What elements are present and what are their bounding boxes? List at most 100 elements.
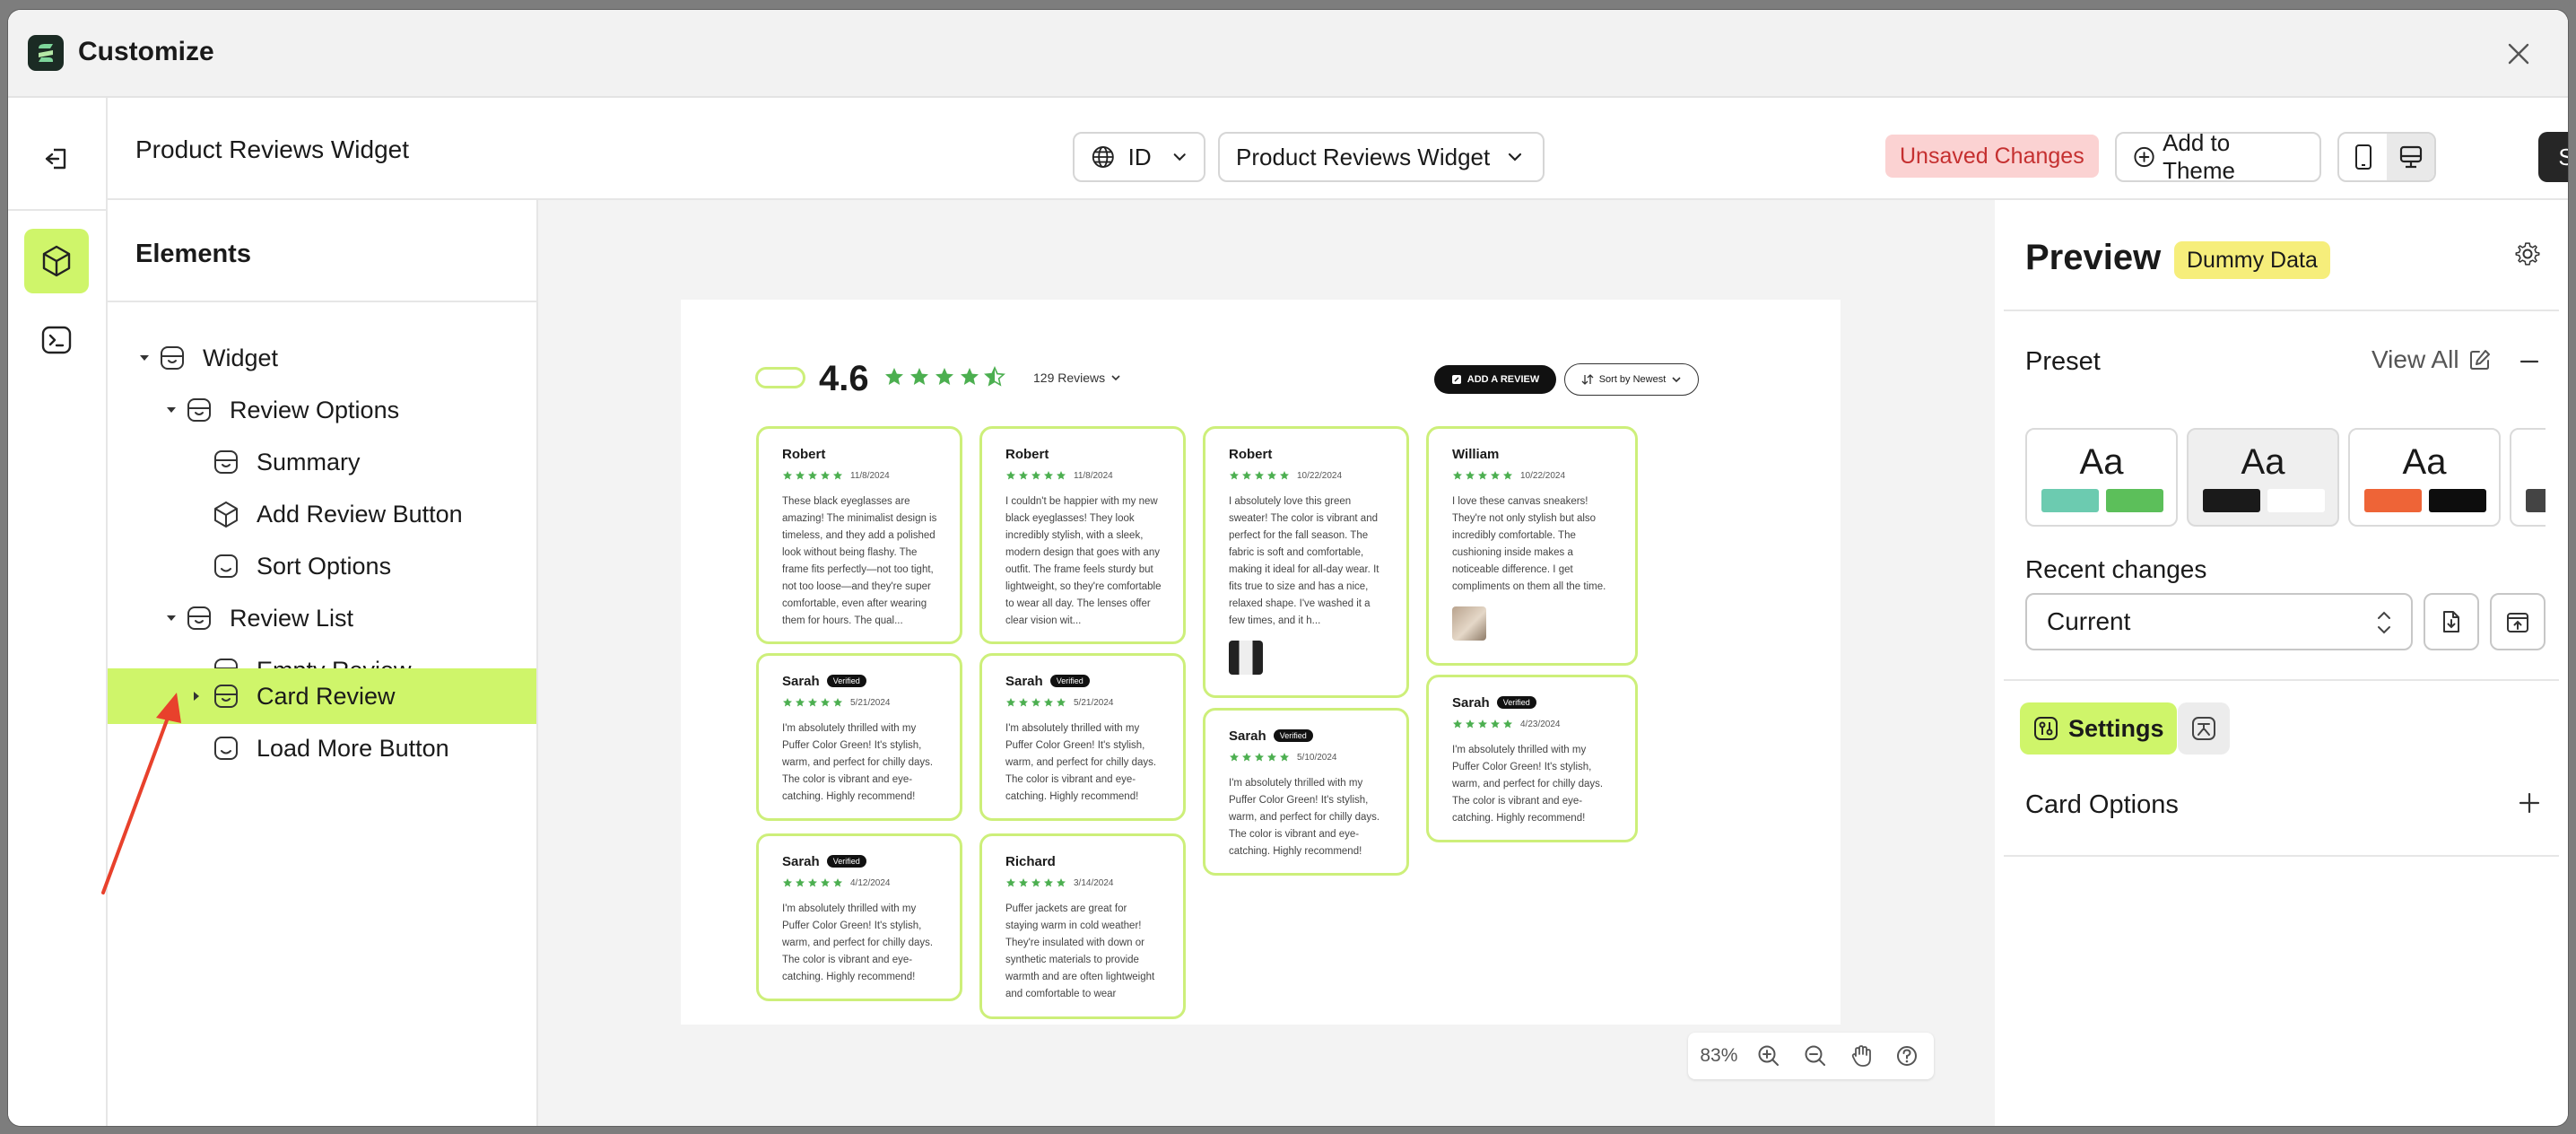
review-card[interactable]: William 10/22/2024 I love these canvas s…	[1426, 426, 1638, 666]
collapse-button[interactable]	[2513, 345, 2546, 378]
star-icon	[1019, 878, 1028, 887]
review-photo-thumbnail[interactable]	[1229, 641, 1263, 675]
star-icon	[1230, 471, 1239, 480]
view-all-label: View All	[2371, 345, 2459, 373]
review-card[interactable]: Robert 11/8/2024 These black eyeglasses …	[756, 426, 962, 644]
caret-down-icon[interactable]	[163, 402, 179, 418]
star-icon	[821, 471, 830, 480]
caret-down-icon[interactable]	[163, 610, 179, 626]
zoom-level: 83%	[1700, 1045, 1738, 1066]
tree-item-sort-options[interactable]: Sort Options	[108, 538, 536, 594]
chevron-down-icon	[1672, 377, 1681, 383]
tree-item-card-review[interactable]: Card Review	[108, 668, 536, 724]
mobile-view-button[interactable]	[2339, 134, 2387, 180]
tree-item-review-list[interactable]: Review List	[108, 590, 536, 646]
tree-item-review-options[interactable]: Review Options	[108, 382, 536, 438]
rail-elements-button[interactable]	[24, 229, 89, 293]
recent-changes-select[interactable]: Current	[2025, 593, 2413, 650]
widget-artboard: 4.6 129 Reviews ADD A REVIEW Sort by New…	[681, 300, 1841, 1025]
add-to-theme-button[interactable]: Add to Theme	[2115, 129, 2321, 184]
star-icon	[961, 368, 979, 385]
zoom-in-icon	[1758, 1045, 1780, 1066]
tab-settings[interactable]: Settings	[2020, 702, 2177, 755]
review-card[interactable]: Robert 10/22/2024 I absolutely love this…	[1203, 426, 1409, 698]
settings-gear-button[interactable]	[2510, 236, 2546, 272]
review-text: I couldn't be happier with my new black …	[1005, 496, 1162, 626]
expand-card-options-button[interactable]	[2511, 785, 2547, 821]
star-icon	[910, 368, 928, 385]
review-card[interactable]: Robert 11/8/2024 I couldn't be happier w…	[979, 426, 1186, 644]
page-title: Product Reviews Widget	[135, 135, 410, 163]
review-text: These black eyeglasses are amazing! The …	[782, 496, 937, 626]
tree-item-load-more-button[interactable]: Load More Button	[108, 720, 536, 776]
help-button[interactable]	[1886, 1036, 1928, 1076]
zoom-controls: 83%	[1688, 1033, 1934, 1079]
widget-select-value: Product Reviews Widget	[1236, 143, 1491, 170]
widget-select[interactable]: Product Reviews Widget	[1218, 132, 1545, 182]
save-button[interactable]: Save	[2538, 132, 2568, 182]
review-date: 4/23/2024	[1520, 719, 1561, 729]
exit-icon	[45, 148, 66, 170]
caret-down-icon[interactable]	[136, 350, 152, 366]
star-icon	[1006, 878, 1015, 887]
export-button[interactable]	[2490, 593, 2546, 650]
star-icon	[833, 878, 842, 887]
reviewer-name: Sarah	[782, 853, 820, 869]
preset-label: Aa	[2511, 442, 2546, 483]
sort-dropdown[interactable]: Sort by Newest	[1564, 363, 1699, 396]
verified-badge: Verified	[1496, 696, 1536, 709]
close-button[interactable]	[2502, 37, 2536, 71]
chevron-down-icon	[1111, 375, 1120, 381]
preset-swatch	[2526, 489, 2546, 512]
view-all-link[interactable]: View All	[2371, 345, 2492, 374]
review-card[interactable]: Richard 3/14/2024 Puffer jackets are gre…	[979, 833, 1186, 1019]
tab-text-style[interactable]	[2178, 702, 2230, 755]
zoom-out-button[interactable]	[1794, 1036, 1836, 1076]
review-date: 5/10/2024	[1297, 752, 1337, 763]
star-icon	[1255, 753, 1264, 762]
review-card[interactable]: Sarah Verified 5/10/2024 I'm absolutely t…	[1203, 708, 1409, 876]
review-photo-thumbnail[interactable]	[1452, 606, 1486, 641]
chevron-down-icon	[1509, 153, 1522, 161]
tree-label: Widget	[203, 344, 279, 371]
star-icon	[1280, 753, 1289, 762]
reviewer-name: William	[1452, 446, 1500, 462]
tree-label: Sort Options	[257, 552, 392, 580]
zoom-out-icon	[1805, 1045, 1825, 1066]
preset-card[interactable]: Aa	[2348, 428, 2501, 527]
rail-code-button[interactable]	[24, 308, 89, 372]
review-card[interactable]: Sarah Verified 4/23/2024 I'm absolutely t…	[1426, 675, 1638, 842]
add-review-button[interactable]: ADD A REVIEW	[1434, 365, 1556, 394]
import-button[interactable]	[2424, 593, 2479, 650]
language-select[interactable]: ID	[1073, 132, 1205, 182]
review-card[interactable]: Sarah Verified 5/21/2024 I'm absolutely t…	[756, 653, 962, 821]
review-card[interactable]: Sarah Verified 5/21/2024 I'm absolutely t…	[979, 653, 1186, 821]
container-icon	[214, 554, 238, 578]
exit-button[interactable]	[37, 139, 76, 179]
review-stars	[782, 470, 843, 481]
tree-item-summary[interactable]: Summary	[108, 434, 536, 490]
desktop-view-button[interactable]	[2387, 134, 2434, 180]
review-card[interactable]: Sarah Verified 4/12/2024 I'm absolutely t…	[756, 833, 962, 1001]
add-review-label: ADD A REVIEW	[1466, 374, 1540, 385]
review-date: 5/21/2024	[1074, 697, 1114, 708]
review-text: I'm absolutely thrilled with my Puffer C…	[782, 723, 934, 802]
preset-card[interactable]: Aa	[2187, 428, 2339, 527]
cube-icon	[214, 502, 238, 528]
zoom-in-button[interactable]	[1748, 1036, 1790, 1076]
star-icon	[1453, 471, 1462, 480]
preset-card[interactable]: Aa	[2510, 428, 2546, 527]
review-text: I absolutely love this green sweater! Th…	[1229, 496, 1379, 626]
globe-icon	[1092, 146, 1114, 168]
preset-card[interactable]: Aa	[2025, 428, 2178, 527]
preset-label: Aa	[2402, 442, 2447, 482]
tree-item-add-review-button[interactable]: Add Review Button	[108, 486, 536, 542]
pan-hand-button[interactable]	[1840, 1036, 1882, 1076]
star-icon	[1019, 471, 1028, 480]
reviews-count-dropdown[interactable]: 129 Reviews	[1033, 371, 1121, 385]
tree-item-widget[interactable]: Widget	[108, 330, 536, 386]
caret-right-icon[interactable]	[188, 688, 205, 704]
mobile-icon	[2354, 144, 2371, 170]
file-import-icon	[2443, 611, 2459, 632]
help-icon	[1897, 1046, 1918, 1066]
